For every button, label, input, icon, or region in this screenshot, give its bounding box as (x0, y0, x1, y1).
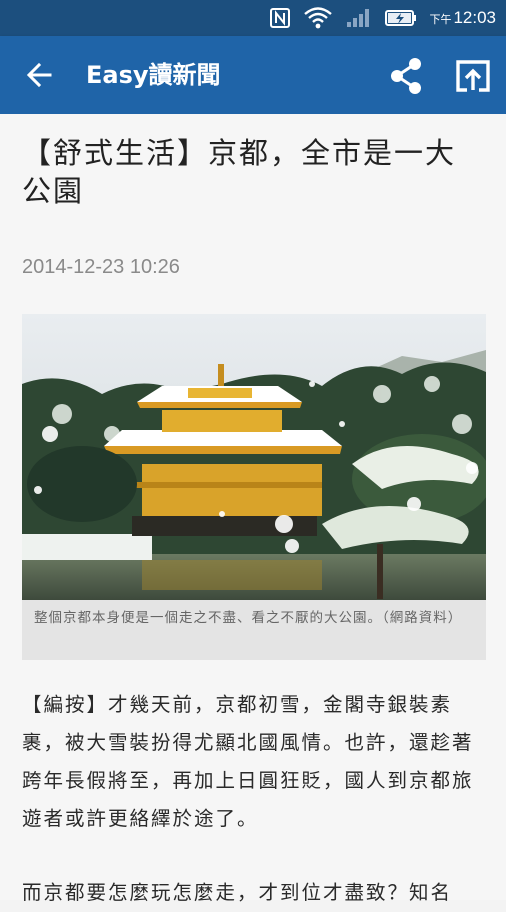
photo-caption: 整個京都本身便是一個走之不盡、看之不厭的大公園。（網路資料） (22, 600, 486, 660)
signal-icon (345, 7, 373, 29)
status-bar: 下午 12:03 (0, 0, 506, 36)
status-clock: 下午 12:03 (429, 8, 496, 28)
wifi-icon (303, 6, 333, 30)
share-icon (391, 58, 421, 94)
article-paragraph-1: 【編按】才幾天前，京都初雪，金閣寺銀裝素裹，被大雪裝扮得尤顯北國風情。也許，還趁… (22, 693, 474, 830)
share-button[interactable] (386, 56, 426, 96)
app-title: Easy讀新聞 (86, 61, 221, 89)
article-title: 【舒式生活】京都，全市是一大公園 (22, 136, 457, 208)
status-time: 12:03 (453, 8, 496, 27)
article-paragraph-2: 而京都要怎麼玩怎麼走，才到位才盡致？知名 (22, 881, 453, 904)
open-external-icon (456, 60, 490, 92)
arrow-back-icon (26, 62, 52, 88)
status-ampm: 下午 (429, 13, 452, 26)
article-photo[interactable] (22, 314, 486, 600)
back-button[interactable] (22, 60, 56, 90)
open-in-browser-button[interactable] (452, 56, 494, 96)
nfc-icon (269, 7, 291, 29)
battery-charging-icon (385, 8, 417, 28)
app-bar: Easy讀新聞 (0, 36, 506, 114)
article-date: 2014-12-23 10:26 (22, 256, 180, 278)
article-content[interactable]: 【舒式生活】京都，全市是一大公園 2014-12-23 10:26 整個京都本身… (0, 114, 506, 904)
